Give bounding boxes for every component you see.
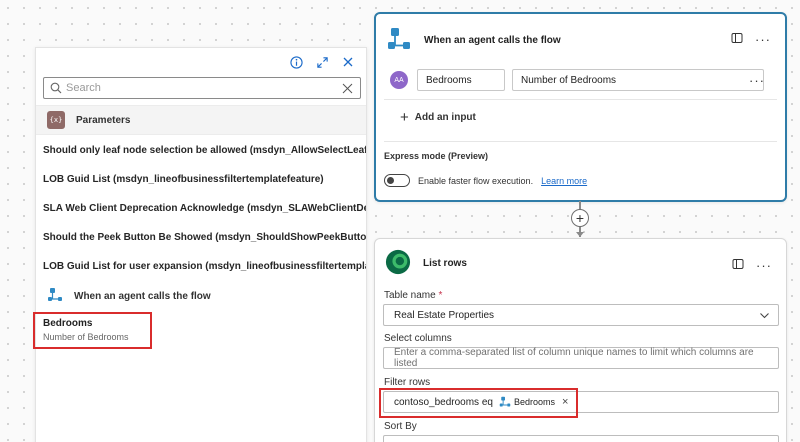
sort-by-label: Sort By xyxy=(384,421,417,432)
table-name-label: Table name * xyxy=(384,290,443,301)
expand-icon[interactable] xyxy=(314,54,330,70)
add-input-label: Add an input xyxy=(414,112,476,123)
bedrooms-token[interactable]: Bedrooms × xyxy=(499,396,568,408)
parameters-icon: {x} xyxy=(47,111,65,129)
parameter-item[interactable]: Should the Peek Button Be Showed (msdyn_… xyxy=(36,223,366,252)
trigger-card-header: When an agent calls the flow xyxy=(386,26,561,55)
sort-by-input[interactable] xyxy=(383,435,779,442)
divider xyxy=(384,141,777,142)
input-description-field[interactable]: Number of Bedrooms xyxy=(512,69,764,91)
trigger-card-tools: ··· xyxy=(731,32,771,47)
search-input[interactable] xyxy=(66,80,326,96)
trigger-outputs-header[interactable]: When an agent calls the flow xyxy=(36,281,366,311)
bedrooms-output-description: Number of Bedrooms xyxy=(43,332,129,342)
agent-flow-icon xyxy=(47,287,63,306)
more-options-icon[interactable]: ··· xyxy=(756,259,772,272)
toggle-label: Enable faster flow execution. xyxy=(418,175,534,186)
search-icon xyxy=(50,82,62,97)
notes-icon[interactable] xyxy=(732,258,744,273)
learn-more-link[interactable]: Learn more xyxy=(541,176,587,186)
info-icon[interactable] xyxy=(288,54,304,70)
trigger-card-title: When an agent calls the flow xyxy=(424,35,561,46)
add-input-button[interactable]: + Add an input xyxy=(400,109,476,126)
required-mark: * xyxy=(438,290,443,301)
dataverse-icon xyxy=(385,249,411,278)
parameter-item[interactable]: LOB Guid List (msdyn_lineofbusinessfilte… xyxy=(36,165,366,194)
input-name-field[interactable]: Bedrooms xyxy=(417,69,505,91)
more-options-icon[interactable]: ··· xyxy=(755,33,771,46)
express-mode-label: Express mode (Preview) xyxy=(384,151,489,161)
parameter-item[interactable]: SLA Web Client Deprecation Acknowledge (… xyxy=(36,194,366,223)
parameters-section-header[interactable]: {x} Parameters xyxy=(36,105,366,135)
trigger-input-row: AA Bedrooms Number of Bedrooms xyxy=(390,69,764,91)
notes-icon[interactable] xyxy=(731,32,743,47)
chevron-down-icon xyxy=(759,310,770,324)
table-name-value: Real Estate Properties xyxy=(394,309,495,321)
dynamic-content-panel: {x} Parameters Should only leaf node sel… xyxy=(35,47,367,442)
remove-token-icon[interactable]: × xyxy=(562,396,568,408)
trigger-outputs-title: When an agent calls the flow xyxy=(74,290,211,302)
filter-rows-input[interactable]: contoso_bedrooms eq Bedrooms × xyxy=(383,391,779,413)
close-icon[interactable] xyxy=(340,54,356,70)
list-rows-tools: ··· xyxy=(732,258,772,273)
express-mode-toggle[interactable] xyxy=(384,174,410,187)
parameters-section-title: Parameters xyxy=(76,114,131,126)
parameter-item[interactable]: LOB Guid List for user expansion (msdyn_… xyxy=(36,252,366,281)
list-rows-title: List rows xyxy=(423,258,467,269)
add-icon: + xyxy=(400,109,409,126)
trigger-card[interactable]: When an agent calls the flow ··· AA Bedr… xyxy=(374,12,787,202)
panel-toolbar xyxy=(288,54,356,70)
parameters-list: Should only leaf node selection be allow… xyxy=(36,136,366,281)
token-label: Bedrooms xyxy=(513,397,555,407)
bedrooms-output-item[interactable]: Bedrooms Number of Bedrooms xyxy=(43,318,129,342)
filter-rows-label: Filter rows xyxy=(384,377,431,388)
parameter-item[interactable]: Should only leaf node selection be allow… xyxy=(36,136,366,165)
select-columns-label: Select columns xyxy=(384,333,452,344)
bedrooms-output-name: Bedrooms xyxy=(43,318,93,329)
express-mode-row: Enable faster flow execution. Learn more xyxy=(384,174,587,187)
connector-arrow xyxy=(576,232,584,237)
list-rows-header: List rows xyxy=(385,249,467,278)
select-columns-input[interactable]: Enter a comma-separated list of column u… xyxy=(383,347,779,369)
agent-flow-icon xyxy=(499,396,511,407)
insert-step-button[interactable]: + xyxy=(571,209,589,227)
table-name-dropdown[interactable]: Real Estate Properties xyxy=(383,304,779,326)
list-rows-card[interactable]: List rows ··· Table name * Real Estate P… xyxy=(374,238,787,442)
divider xyxy=(384,99,777,100)
search-box xyxy=(43,77,361,99)
filter-text: contoso_bedrooms eq xyxy=(394,396,493,408)
agent-flow-icon xyxy=(386,26,412,55)
text-input-avatar: AA xyxy=(390,71,408,89)
input-more-options-icon[interactable]: ··· xyxy=(749,74,765,87)
clear-search-icon[interactable] xyxy=(342,83,353,97)
